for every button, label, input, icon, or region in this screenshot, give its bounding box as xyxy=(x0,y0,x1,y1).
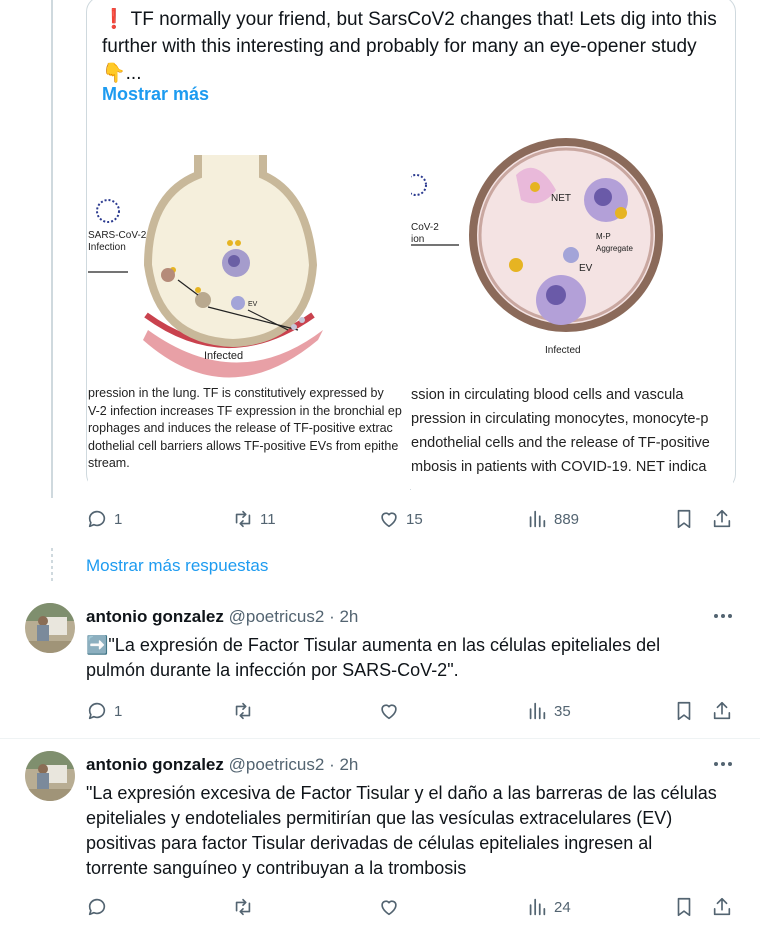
share-button[interactable] xyxy=(711,894,733,920)
bookmark-button[interactable] xyxy=(673,894,695,920)
avatar[interactable] xyxy=(25,603,75,653)
repost-icon xyxy=(235,898,251,916)
like-icon xyxy=(381,704,397,720)
views-count: 35 xyxy=(554,702,571,720)
figure-lung[interactable]: SARS-CoV-2 Infection EV Infected pressio… xyxy=(88,115,410,490)
virus-infection-label: SARS-CoV-2 Infection xyxy=(88,230,147,253)
repost-icon xyxy=(235,702,251,720)
reply-text: "La expresión excesiva de Factor Tisular… xyxy=(86,781,736,881)
tweet-text: ❗ TF normally your friend, but SarsCoV2 … xyxy=(102,6,722,87)
reply-button[interactable]: 1 xyxy=(86,698,122,724)
repost-button[interactable]: 11 xyxy=(232,506,276,532)
infected-label: Infected xyxy=(204,350,244,362)
like-button[interactable]: 15 xyxy=(378,506,423,532)
views-count: 889 xyxy=(554,510,580,528)
avatar[interactable] xyxy=(25,751,75,801)
post-time[interactable]: 2h xyxy=(339,607,358,626)
author-name[interactable]: antonio gonzalez xyxy=(86,755,224,774)
more-options-button[interactable] xyxy=(710,754,736,774)
share-icon xyxy=(713,701,731,720)
share-icon xyxy=(713,509,731,528)
repost-icon xyxy=(235,510,251,528)
reply-header: antonio gonzalez @poetricus2 · 2h xyxy=(86,607,358,627)
bookmark-button[interactable] xyxy=(673,698,695,724)
more-icon xyxy=(714,762,732,766)
repost-button[interactable] xyxy=(232,894,254,920)
reply-actions: 24 xyxy=(86,894,736,920)
like-count: 15 xyxy=(406,510,423,528)
avatar-image xyxy=(25,603,75,653)
bookmark-icon xyxy=(677,701,691,721)
virus-infection-label: CoV-2 ion xyxy=(411,222,439,245)
net-label: NET xyxy=(551,193,571,204)
views-icon xyxy=(529,898,546,916)
show-more-link[interactable]: Mostrar más xyxy=(102,84,209,105)
infected-label: Infected xyxy=(545,345,581,356)
reply-icon xyxy=(88,510,106,528)
share-button[interactable] xyxy=(711,698,733,724)
author-handle[interactable]: @poetricus2 xyxy=(229,607,325,626)
divider xyxy=(0,738,760,739)
share-button[interactable] xyxy=(711,506,733,532)
author-handle[interactable]: @poetricus2 xyxy=(229,755,325,774)
author-name[interactable]: antonio gonzalez xyxy=(86,607,224,626)
reply-icon xyxy=(88,702,106,720)
reply-count: 1 xyxy=(114,510,123,528)
ev-label: EV xyxy=(579,263,593,274)
reply-header: antonio gonzalez @poetricus2 · 2h xyxy=(86,755,358,775)
bookmark-button[interactable] xyxy=(673,506,695,532)
tweet-text-line: further with this interesting and probab… xyxy=(102,36,697,57)
mp-aggregate-label: M-P Aggregate xyxy=(596,232,633,253)
like-icon xyxy=(381,512,397,528)
reply-text-line: "La expresión excesiva de Factor Tisular… xyxy=(86,783,717,803)
reply-text-line: ➡️"La expresión de Factor Tisular aument… xyxy=(86,635,661,655)
like-icon xyxy=(381,900,397,916)
ev-label: EV xyxy=(248,301,258,308)
bookmark-icon xyxy=(677,509,691,529)
like-button[interactable] xyxy=(378,894,400,920)
separator-dot: · xyxy=(329,607,335,626)
reply-text-line: epiteliales y endoteliales permitirían q… xyxy=(86,808,673,828)
show-more-replies-link[interactable]: Mostrar más respuestas xyxy=(86,556,268,576)
more-options-button[interactable] xyxy=(710,606,736,626)
views-button[interactable]: 35 xyxy=(526,698,571,724)
avatar-image xyxy=(25,751,75,801)
thread-line xyxy=(51,0,53,498)
bookmark-icon xyxy=(677,897,691,917)
tweet-text-line: 👇... xyxy=(102,63,142,84)
share-icon xyxy=(713,897,731,916)
more-icon xyxy=(714,614,732,618)
repost-button[interactable] xyxy=(232,698,254,724)
thread-line-dotted xyxy=(51,548,53,582)
tweet-actions: 1 11 15 889 xyxy=(86,506,736,532)
reply-text-line: positivas para factor Tisular derivadas … xyxy=(86,833,653,853)
post-time[interactable]: 2h xyxy=(339,755,358,774)
reply-icon xyxy=(88,898,106,916)
reply-text-line: pulmón durante la infección por SARS-CoV… xyxy=(86,660,459,680)
reply-button[interactable]: 1 xyxy=(86,506,122,532)
reply-text: ➡️"La expresión de Factor Tisular aument… xyxy=(86,633,736,683)
reply-text-line: torrente sanguíneo y contribuyan a la tr… xyxy=(86,858,467,878)
views-icon xyxy=(529,702,546,720)
reply-button[interactable] xyxy=(86,894,108,920)
views-icon xyxy=(529,510,546,528)
reply-count: 1 xyxy=(114,702,123,720)
views-button[interactable]: 24 xyxy=(526,894,571,920)
repost-count: 11 xyxy=(260,510,276,528)
reply-actions: 1 35 xyxy=(86,698,736,724)
figure-caption: ssion in circulating blood cells and vas… xyxy=(411,387,710,475)
views-button[interactable]: 889 xyxy=(526,506,579,532)
figure-blood-vessel[interactable]: CoV-2 ion NET M-P Aggregate EV Infected … xyxy=(411,115,733,490)
tweet-text-line: ❗ TF normally your friend, but SarsCoV2 … xyxy=(102,9,717,30)
figure-caption: pression in the lung. TF is constitutive… xyxy=(88,386,402,470)
like-button[interactable] xyxy=(378,698,400,724)
separator-dot: · xyxy=(329,755,335,774)
views-count: 24 xyxy=(554,898,571,916)
